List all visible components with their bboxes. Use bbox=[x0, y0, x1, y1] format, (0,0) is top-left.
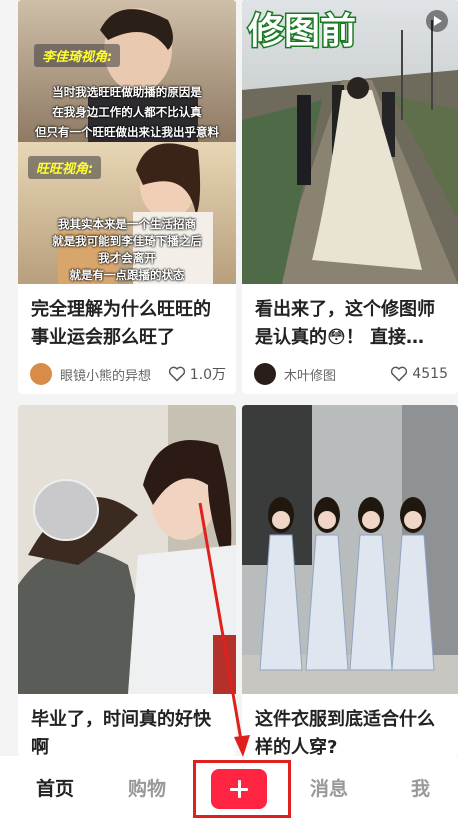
tab-shop[interactable]: 购物 bbox=[128, 774, 166, 801]
caption-line: 我才会离开 bbox=[98, 251, 156, 265]
note-title[interactable]: 完全理解为什么旺旺的事业运会那么旺了 bbox=[31, 296, 226, 352]
note-card[interactable]: 这件衣服到底适合什么样的人穿? bbox=[242, 405, 458, 756]
video-play-icon bbox=[426, 10, 448, 32]
heart-icon bbox=[391, 366, 408, 382]
cover-illustration bbox=[18, 405, 236, 694]
heart-icon bbox=[168, 366, 185, 382]
note-meta: 眼镜小熊的异想 1.0万 bbox=[30, 361, 226, 387]
note-title[interactable]: 这件衣服到底适合什么样的人穿? bbox=[255, 706, 448, 756]
like-button[interactable]: 1.0万 bbox=[168, 364, 226, 384]
caption-line: 就是我可能到李佳琦下播之后 bbox=[52, 234, 202, 248]
like-button[interactable]: 4515 bbox=[390, 366, 448, 382]
highlight-box bbox=[193, 760, 291, 818]
like-count: 1.0万 bbox=[189, 367, 226, 383]
note-card[interactable]: 修图前 看出来了，这个修图师是认真的😳！ 直接… 木叶修图 4515 bbox=[242, 0, 458, 394]
tab-home[interactable]: 首页 bbox=[36, 774, 74, 801]
caption-line: 就是有一点跟播的状态 bbox=[69, 268, 185, 282]
perspective-badge-bottom: 旺旺视角: bbox=[28, 156, 102, 179]
caption-line: 当时我选旺旺做助播的原因是 bbox=[52, 85, 202, 99]
caption-line: 我其实本来是一个生活招商 bbox=[58, 217, 196, 231]
before-edit-label: 修图前 bbox=[246, 10, 357, 54]
note-title[interactable]: 毕业了，时间真的好快啊 bbox=[31, 706, 226, 756]
note-title[interactable]: 看出来了，这个修图师是认真的😳！ 直接… bbox=[255, 296, 448, 352]
note-card[interactable]: 李佳琦视角: 当时我选旺旺做助播的原因是 在我身边工作的人都不比认真 但只有一个… bbox=[18, 0, 236, 394]
note-cover-image[interactable] bbox=[18, 405, 236, 694]
caption-line: 但只有一个旺旺做出来让我出乎意料 bbox=[35, 125, 219, 139]
note-cover-image[interactable]: 修图前 bbox=[242, 0, 458, 284]
note-meta: 木叶修图 4515 bbox=[254, 361, 448, 387]
note-card[interactable]: 毕业了，时间真的好快啊 bbox=[18, 405, 236, 756]
like-count: 4515 bbox=[412, 366, 448, 382]
note-cover-image[interactable] bbox=[242, 405, 458, 694]
note-cover-image[interactable]: 李佳琦视角: 当时我选旺旺做助播的原因是 在我身边工作的人都不比认真 但只有一个… bbox=[18, 0, 236, 284]
tab-me[interactable]: 我 bbox=[411, 774, 430, 801]
author-name[interactable]: 木叶修图 bbox=[284, 365, 390, 384]
notes-feed: 李佳琦视角: 当时我选旺旺做助播的原因是 在我身边工作的人都不比认真 但只有一个… bbox=[0, 0, 458, 756]
avatar[interactable] bbox=[254, 363, 276, 385]
perspective-badge-top: 李佳琦视角: bbox=[34, 44, 121, 67]
caption-line: 在我身边工作的人都不比认真 bbox=[52, 105, 202, 119]
cover-illustration bbox=[242, 405, 458, 694]
author-name[interactable]: 眼镜小熊的异想 bbox=[60, 365, 168, 384]
tab-messages[interactable]: 消息 bbox=[310, 774, 348, 801]
avatar[interactable] bbox=[30, 363, 52, 385]
